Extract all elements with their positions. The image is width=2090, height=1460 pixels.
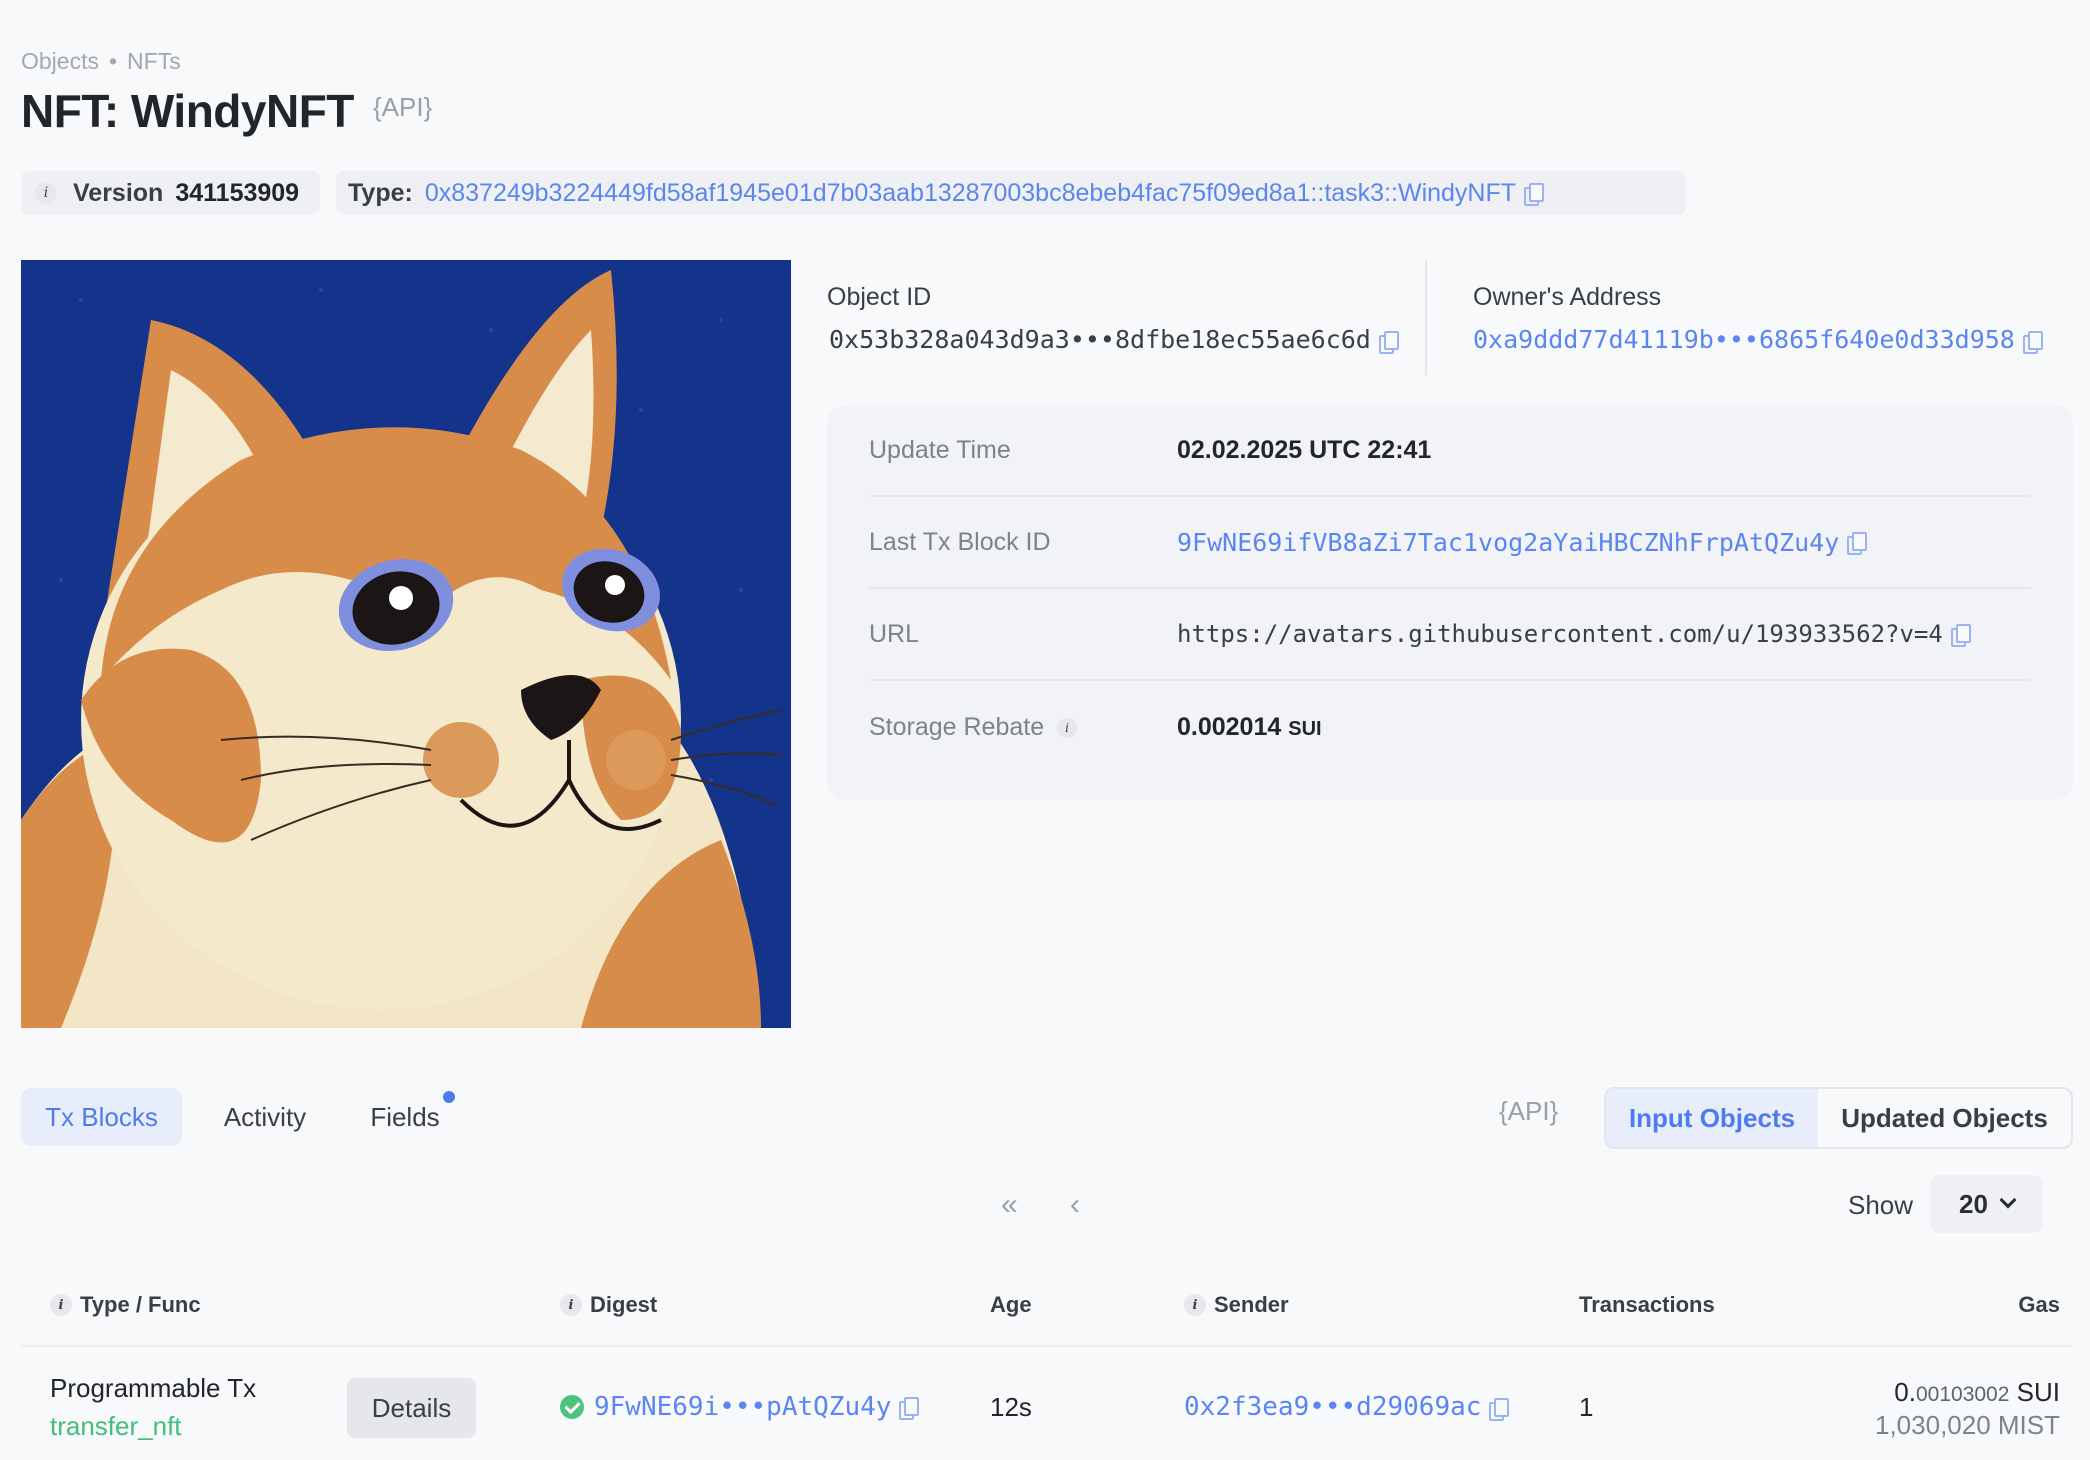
header-sender: i Sender — [1184, 1292, 1289, 1318]
object-id-text: 0x53b328a043d9a3•••8dfbe18ec55ae6c6d — [829, 325, 1371, 354]
api-link[interactable]: {API} — [1499, 1096, 1558, 1127]
storage-rebate-amount: 0.002014 — [1177, 712, 1282, 741]
url-label: URL — [869, 619, 920, 648]
breadcrumb-objects[interactable]: Objects — [21, 48, 99, 74]
url-value: https://avatars.githubusercontent.com/u/… — [1177, 620, 1943, 648]
update-time-label: Update Time — [869, 435, 1011, 464]
type-value-link[interactable]: 0x837249b3224449fd58af1945e01d7b03aab132… — [425, 179, 1516, 208]
info-icon[interactable]: i — [560, 1294, 582, 1316]
header-age: Age — [990, 1292, 1032, 1317]
update-time-row: Update Time 02.02.2025 UTC 22:41 — [869, 405, 2031, 497]
gas-mist: 1,030,020 MIST — [1875, 1410, 2060, 1440]
header-digest: i Digest — [560, 1292, 657, 1318]
storage-rebate-label-wrap: Storage Rebate i — [869, 713, 1177, 742]
updated-objects-button[interactable]: Updated Objects — [1818, 1089, 2071, 1147]
row-gas: 0.00103002 SUI 1,030,020 MIST — [1875, 1377, 2060, 1441]
header-type-func: i Type / Func — [50, 1292, 201, 1318]
details-button[interactable]: Details — [347, 1378, 476, 1438]
breadcrumb-separator: • — [108, 48, 118, 74]
storage-rebate-label: Storage Rebate — [869, 712, 1045, 741]
version-chip: i Version 341153909 — [21, 171, 320, 215]
prev-page-icon[interactable]: ‹ — [1070, 1188, 1080, 1222]
success-check-icon — [560, 1395, 584, 1419]
update-time-value: 02.02.2025 UTC 22:41 — [1177, 435, 1432, 464]
row-digest: 9FwNE69i•••pAtQZu4y — [560, 1392, 920, 1422]
header-gas: Gas — [2018, 1292, 2060, 1317]
info-icon[interactable]: i — [50, 1294, 72, 1316]
storage-rebate-unit: SUI — [1288, 717, 1322, 740]
info-icon[interactable]: i — [1057, 717, 1078, 738]
object-id-label: Object ID — [827, 283, 932, 311]
row-age: 12s — [990, 1392, 1032, 1422]
row-sender: 0x2f3ea9•••d29069ac — [1184, 1392, 1510, 1422]
page-size-select[interactable]: 20 — [1930, 1175, 2043, 1233]
header-sender-label: Sender — [1214, 1292, 1289, 1317]
version-value: 341153909 — [175, 178, 300, 207]
storage-rebate-row: Storage Rebate i 0.002014 SUI — [869, 681, 2031, 773]
info-icon[interactable]: i — [1184, 1294, 1206, 1316]
storage-rebate-value: 0.002014 SUI — [1177, 713, 1322, 742]
page-size-value: 20 — [1959, 1188, 1988, 1219]
table-divider — [21, 1345, 2073, 1347]
object-filter-toggle: Input Objects Updated Objects — [1604, 1087, 2073, 1149]
first-page-icon[interactable]: « — [1001, 1188, 1018, 1222]
show-label: Show — [1848, 1190, 1914, 1220]
chevron-down-icon — [1999, 1191, 2017, 1209]
copy-icon[interactable] — [2022, 331, 2043, 354]
sender-link[interactable]: 0x2f3ea9•••d29069ac — [1184, 1392, 1481, 1422]
copy-icon[interactable] — [1489, 1397, 1510, 1421]
object-id-value: 0x53b328a043d9a3•••8dfbe18ec55ae6c6d — [829, 325, 1399, 354]
tab-tx-blocks[interactable]: Tx Blocks — [21, 1088, 182, 1146]
breadcrumb: Objects • NFTs — [21, 48, 181, 75]
digest-link[interactable]: 9FwNE69i•••pAtQZu4y — [594, 1392, 891, 1422]
header-digest-label: Digest — [590, 1292, 658, 1317]
row-type: Programmable Tx — [50, 1373, 257, 1403]
url-row: URL https://avatars.githubusercontent.co… — [869, 589, 2031, 681]
info-icon[interactable]: i — [35, 182, 57, 204]
copy-icon[interactable] — [1847, 532, 1868, 555]
copy-icon[interactable] — [1950, 624, 1971, 647]
row-transactions: 1 — [1579, 1392, 1594, 1422]
divider — [1425, 260, 1427, 375]
notification-dot — [443, 1091, 455, 1103]
page-title: NFT: WindyNFT — [21, 85, 354, 137]
last-tx-label: Last Tx Block ID — [869, 527, 1051, 556]
gas-fraction: 00103002 — [1915, 1383, 2010, 1406]
version-label: Version — [73, 178, 164, 207]
gas-whole: 0. — [1894, 1377, 1916, 1407]
type-chip: Type: 0x837249b3224449fd58af1945e01d7b03… — [336, 171, 1686, 215]
owner-address-label: Owner's Address — [1473, 283, 1662, 311]
header-transactions: Transactions — [1579, 1292, 1715, 1317]
owner-address-value: 0xa9ddd77d41119b•••6865f640e0d33d958 — [1473, 325, 2043, 354]
last-tx-link[interactable]: 9FwNE69ifVB8aZi7Tac1vog2aYaiHBCZNhFrpAtQ… — [1177, 528, 1839, 557]
copy-icon[interactable] — [899, 1397, 920, 1420]
last-tx-row: Last Tx Block ID 9FwNE69ifVB8aZi7Tac1vog… — [869, 497, 2031, 589]
nft-image — [21, 260, 791, 1028]
header-type-func-label: Type / Func — [80, 1292, 201, 1317]
tab-activity[interactable]: Activity — [200, 1088, 330, 1146]
breadcrumb-nfts[interactable]: NFTs — [127, 48, 181, 74]
type-label: Type: — [348, 178, 413, 207]
gas-unit: SUI — [2016, 1377, 2060, 1407]
input-objects-button[interactable]: Input Objects — [1606, 1089, 1818, 1147]
gas-sui: 0.00103002 SUI — [1875, 1377, 2060, 1408]
cat-illustration — [21, 260, 791, 1028]
copy-icon[interactable] — [1524, 183, 1545, 206]
owner-address-link[interactable]: 0xa9ddd77d41119b•••6865f640e0d33d958 — [1473, 325, 2015, 354]
details-card: Update Time 02.02.2025 UTC 22:41 Last Tx… — [827, 405, 2073, 800]
row-func-link[interactable]: transfer_nft — [50, 1411, 182, 1442]
api-link[interactable]: {API} — [373, 92, 432, 123]
copy-icon[interactable] — [1378, 331, 1399, 354]
